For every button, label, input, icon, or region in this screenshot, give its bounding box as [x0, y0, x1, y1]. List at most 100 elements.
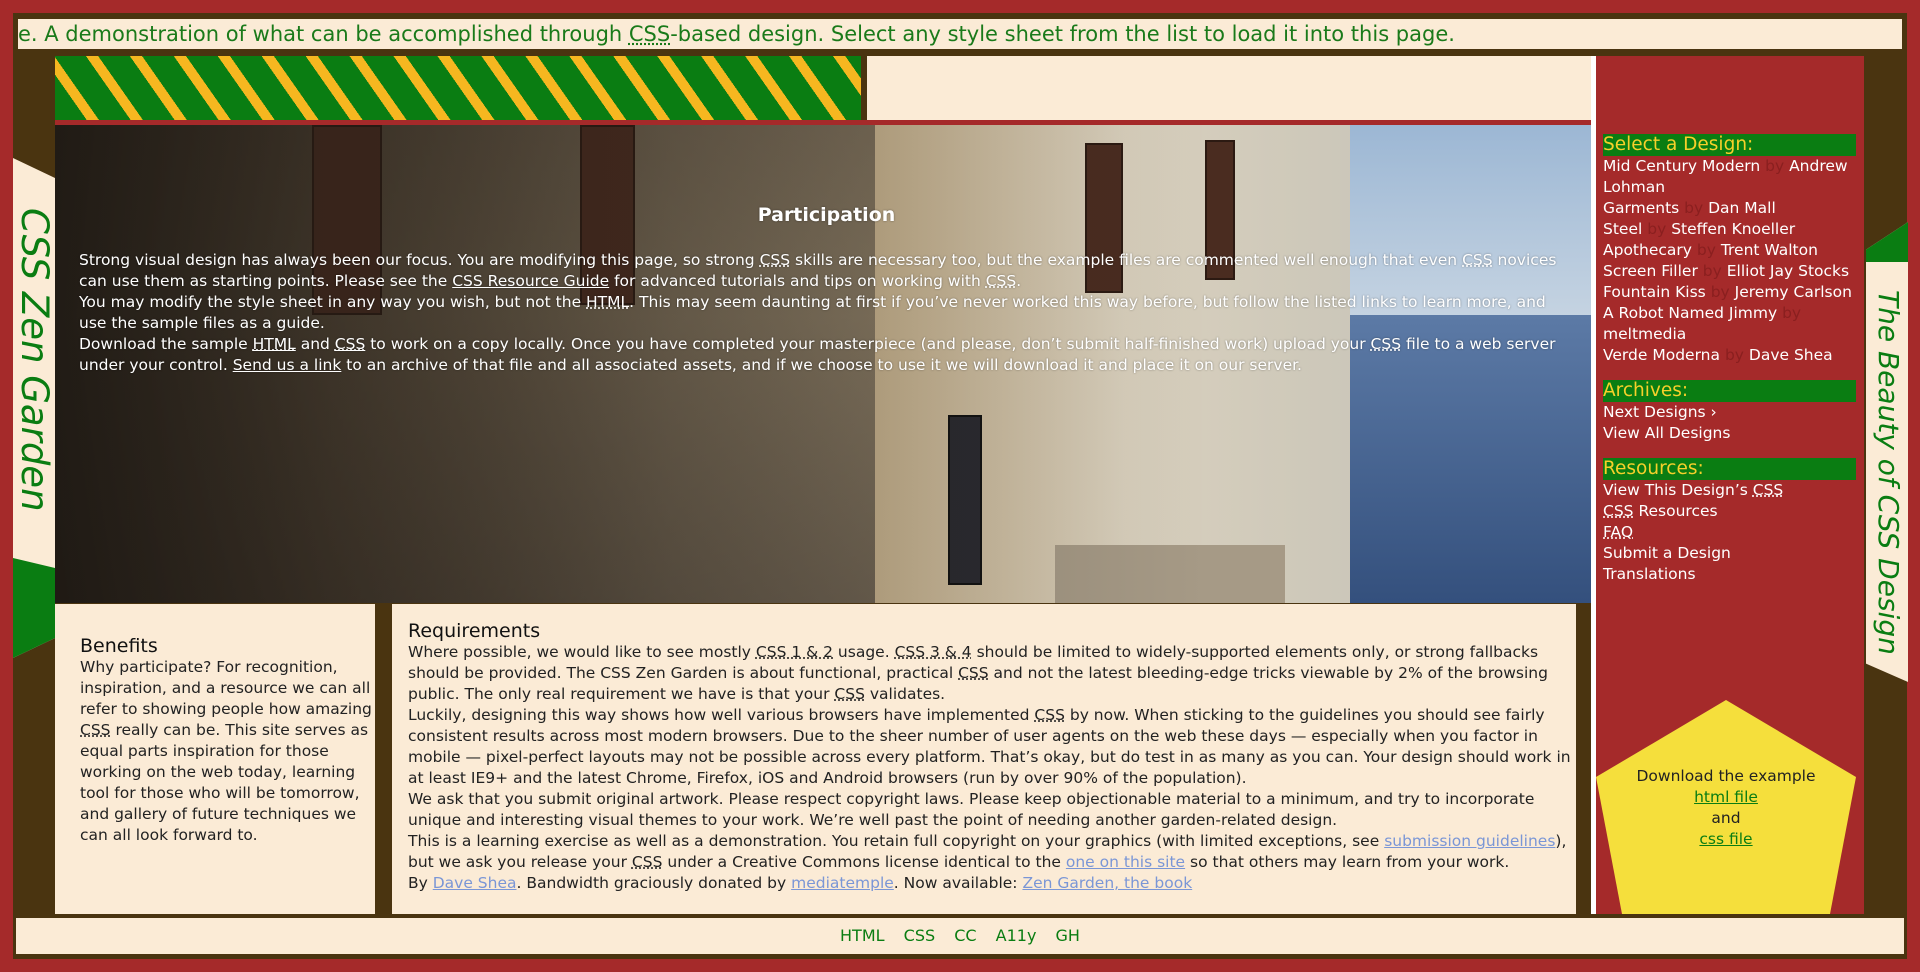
by-label: by: [1647, 220, 1667, 238]
abbr-css: CSS: [1603, 502, 1634, 520]
benefits-title: Benefits: [80, 635, 158, 657]
marquee-text: e. A demonstration of what can be accomp…: [18, 22, 629, 46]
resources-list: View This Design’s CSS CSS Resources FAQ…: [1603, 480, 1856, 585]
by-label: by: [1684, 199, 1704, 217]
sample-html-link[interactable]: HTML: [253, 335, 296, 353]
archives-list: Next Designs › View All Designs: [1603, 402, 1856, 444]
resources: Resources: View This Design’s CSS CSS Re…: [1603, 458, 1856, 585]
next-designs-link[interactable]: Next Designs ›: [1603, 403, 1717, 421]
resources-heading: Resources:: [1603, 458, 1856, 480]
abbr-html: HTML: [252, 335, 296, 353]
footer-link-cc[interactable]: CC: [954, 926, 976, 945]
abbr-css: CSS: [631, 853, 663, 871]
requirements-paragraph: By Dave Shea. Bandwidth graciously donat…: [408, 873, 1576, 894]
design-list-item: Mid Century Modern by Andrew Lohman: [1603, 156, 1856, 198]
design-name-link[interactable]: Garments: [1603, 199, 1679, 217]
css-resource-guide-link[interactable]: CSS Resource Guide: [452, 272, 609, 290]
view-this-design-css-link[interactable]: View This Design’s CSS: [1603, 481, 1783, 499]
abbr-css: CSS: [1370, 335, 1402, 353]
view-all-designs-link[interactable]: View All Designs: [1603, 424, 1730, 442]
design-name-link[interactable]: Steel: [1603, 220, 1642, 238]
requirements-paragraph: Where possible, we would like to see mos…: [408, 642, 1576, 705]
benefits-section: Benefits Why participate? For recognitio…: [55, 604, 375, 914]
design-author-link[interactable]: Elliot Jay Stocks: [1727, 262, 1849, 280]
design-name-link[interactable]: A Robot Named Jimmy: [1603, 304, 1777, 322]
design-author-link[interactable]: Dan Mall: [1708, 199, 1776, 217]
text: validates.: [864, 685, 946, 703]
submit-design-link[interactable]: Submit a Design: [1603, 544, 1731, 562]
list-item: html file: [1596, 787, 1856, 808]
abbr-css: CSS: [1034, 706, 1065, 724]
design-author-link[interactable]: Jeremy Carlson: [1735, 283, 1852, 301]
design-name-link[interactable]: Mid Century Modern: [1603, 157, 1760, 175]
marquee-text-suffix: -based design. Select any style sheet fr…: [670, 22, 1455, 46]
text: Download the sample: [79, 335, 253, 353]
abbr-css: CSS: [80, 721, 111, 739]
zen-garden-book-link[interactable]: Zen Garden, the book: [1022, 874, 1192, 892]
text: By: [408, 874, 433, 892]
requirements-title: Requirements: [408, 620, 541, 642]
text: Resources: [1633, 502, 1718, 520]
html-file-link[interactable]: html file: [1694, 788, 1758, 806]
archives-heading: Archives:: [1603, 380, 1856, 402]
text: .: [1016, 272, 1022, 290]
design-author-link[interactable]: Steffen Knoeller: [1671, 220, 1795, 238]
marquee-banner: e. A demonstration of what can be accomp…: [16, 17, 1904, 51]
abbr-css: CSS 1 & 2: [755, 643, 833, 661]
css-resources-link[interactable]: CSS Resources: [1603, 502, 1718, 520]
benefits-text: Why participate? For recognition, inspir…: [80, 657, 375, 846]
footer-link-css[interactable]: CSS: [904, 926, 935, 945]
translations-link[interactable]: Translations: [1603, 565, 1696, 583]
text: really can be. This site serves as equal…: [80, 721, 369, 844]
by-label: by: [1702, 262, 1722, 280]
footer-link-gh[interactable]: GH: [1056, 926, 1080, 945]
abbr-css: CSS: [834, 685, 865, 703]
text: . Bandwidth graciously donated by: [516, 874, 792, 892]
text: . Now available:: [893, 874, 1023, 892]
abbr-css: CSS: [1752, 481, 1784, 499]
mediatemple-link[interactable]: mediatemple: [791, 874, 894, 892]
footer-link-html[interactable]: HTML: [840, 926, 885, 945]
by-label: by: [1724, 346, 1744, 364]
dave-shea-link[interactable]: Dave Shea: [433, 874, 517, 892]
list-item: View This Design’s CSS: [1603, 480, 1856, 501]
footer-link-a11y[interactable]: A11y: [996, 926, 1037, 945]
design-list-item: Screen Filler by Elliot Jay Stocks: [1603, 261, 1856, 282]
participation-title: Participation: [757, 204, 896, 226]
abbr-css: CSS: [985, 272, 1017, 290]
license-link[interactable]: one on this site: [1066, 853, 1185, 871]
design-list-item: Steel by Steffen Knoeller: [1603, 219, 1856, 240]
abbr-css: CSS: [759, 251, 791, 269]
abbr-css: CSS: [1462, 251, 1493, 269]
list-item: css file: [1596, 829, 1856, 850]
design-author-link[interactable]: Trent Walton: [1721, 241, 1818, 259]
send-link-link[interactable]: Send us a link: [233, 356, 342, 374]
design-name-link[interactable]: Apothecary: [1603, 241, 1692, 259]
design-name-link[interactable]: Verde Moderna: [1603, 346, 1720, 364]
requirements-paragraph: This is a learning exercise as well as a…: [408, 831, 1576, 873]
by-label: by: [1710, 283, 1730, 301]
design-author-link[interactable]: meltmedia: [1603, 325, 1686, 343]
list-item: Submit a Design: [1603, 543, 1856, 564]
site-title: CSS Zen Garden: [13, 208, 56, 512]
design-name-link[interactable]: Fountain Kiss: [1603, 283, 1706, 301]
text: under a Creative Commons license identic…: [662, 853, 1066, 871]
design-author-link[interactable]: Dave Shea: [1749, 346, 1833, 364]
requirements-section: Requirements Where possible, we would li…: [392, 604, 1576, 914]
design-name-link[interactable]: Screen Filler: [1603, 262, 1698, 280]
header-cream-panel: [867, 56, 1591, 120]
faq-link[interactable]: FAQ: [1603, 523, 1633, 541]
participation-section: Participation Strong visual design has a…: [79, 205, 1574, 376]
sample-css-link[interactable]: CSS: [335, 335, 366, 353]
abbr-css: CSS: [334, 335, 366, 353]
requirements-paragraph: We ask that you submit original artwork.…: [408, 790, 1535, 829]
css-file-link[interactable]: css file: [1699, 830, 1752, 848]
list-item: CSS Resources: [1603, 501, 1856, 522]
design-list-item: Fountain Kiss by Jeremy Carlson: [1603, 282, 1856, 303]
design-list-item: Garments by Dan Mall: [1603, 198, 1856, 219]
list-item: Next Designs ›: [1603, 402, 1856, 423]
text: View This Design’s: [1603, 481, 1753, 499]
submission-guidelines-link[interactable]: submission guidelines: [1384, 832, 1555, 850]
text: for advanced tutorials and tips on worki…: [609, 272, 986, 290]
abbr-css: CSS 3 & 4: [894, 643, 972, 661]
